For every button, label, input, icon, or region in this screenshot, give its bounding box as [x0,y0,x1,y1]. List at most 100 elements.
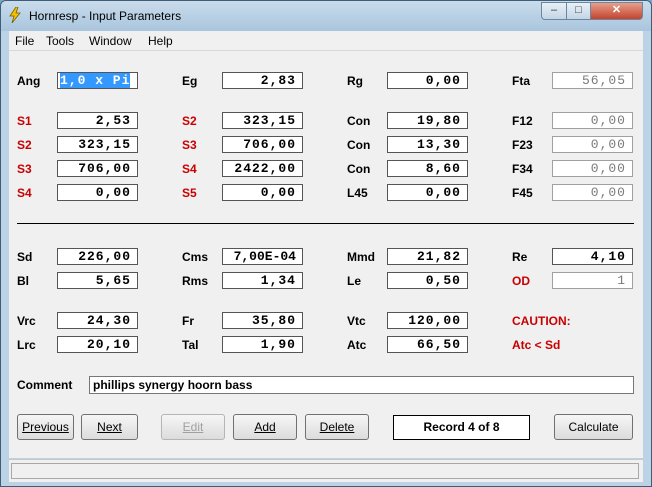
vrc-field[interactable]: 24,30 [57,312,138,329]
edit-button-label: Edit [182,420,204,434]
rg-field[interactable]: 0,00 [387,72,468,89]
tal-label: Tal [182,338,199,352]
bl-field[interactable]: 5,65 [57,272,138,289]
con3-field[interactable]: 8,60 [387,160,468,177]
menu-window[interactable]: Window [89,34,132,48]
caution-label: CAUTION: [512,314,571,328]
l45-label: L45 [347,186,368,200]
vrc-label: Vrc [17,314,36,328]
f12-field: 0,00 [552,112,633,129]
le-label: Le [347,274,362,288]
atc-field[interactable]: 66,50 [387,336,468,353]
lrc-field[interactable]: 20,10 [57,336,138,353]
ang-field[interactable]: 1,0 x Pi [57,72,138,89]
fr-field[interactable]: 35,80 [222,312,303,329]
s4-field[interactable]: 2422,00 [222,160,303,177]
f23-label: F23 [512,138,533,152]
con2-field[interactable]: 13,30 [387,136,468,153]
rms-label: Rms [182,274,209,288]
s5-field[interactable]: 0,00 [222,184,303,201]
ang-label: Ang [17,74,41,88]
s2-row-label: S2 [17,138,32,152]
comment-field[interactable]: phillips synergy hoorn bass [89,376,634,394]
od-label: OD [512,274,530,288]
status-panel [11,463,639,479]
s4-row-field[interactable]: 0,00 [57,184,138,201]
eg-label: Eg [182,74,198,88]
fta-label: Fta [512,74,530,88]
s4-label: S4 [182,162,197,176]
close-button[interactable]: ✕ [590,2,643,20]
fta-field: 56,05 [552,72,633,89]
record-indicator: Record 4 of 8 [393,415,530,440]
eg-field[interactable]: 2,83 [222,72,303,89]
f45-label: F45 [512,186,533,200]
caution-message: Atc < Sd [512,338,561,352]
add-button[interactable]: Add [233,414,297,440]
window-title: Hornresp - Input Parameters [29,9,182,23]
title-bar[interactable]: Hornresp - Input Parameters – □ ✕ [1,1,651,31]
con-label: Con [347,162,371,176]
input-parameters-panel: Ang 1,0 x Pi Eg 2,83 Rg 0,00 Fta 56,05 S… [9,50,643,458]
previous-button[interactable]: Previous [17,414,74,440]
s1-label: S1 [17,114,32,128]
f45-field: 0,00 [552,184,633,201]
lightning-icon [9,7,21,23]
con-label: Con [347,138,371,152]
re-label: Re [512,250,528,264]
f12-label: F12 [512,114,533,128]
section-divider [17,223,634,224]
vtc-field[interactable]: 120,00 [387,312,468,329]
calculate-button[interactable]: Calculate [554,414,633,440]
f34-field: 0,00 [552,160,633,177]
rg-label: Rg [347,74,363,88]
bl-label: Bl [17,274,29,288]
s1-field[interactable]: 2,53 [57,112,138,129]
previous-button-label: Previous [22,420,69,434]
tal-field[interactable]: 1,90 [222,336,303,353]
f34-label: F34 [512,162,533,176]
menu-bar: File Tools Window Help [9,31,643,50]
add-button-label: Add [254,420,276,434]
atc-label: Atc [347,338,367,352]
next-button[interactable]: Next [81,414,138,440]
rms-field[interactable]: 1,34 [222,272,303,289]
maximize-button[interactable]: □ [566,2,591,20]
con1-field[interactable]: 19,80 [387,112,468,129]
sd-label: Sd [17,250,33,264]
fr-label: Fr [182,314,194,328]
mmd-field[interactable]: 21,82 [387,248,468,265]
l45-field[interactable]: 0,00 [387,184,468,201]
comment-label: Comment [17,378,73,392]
mmd-label: Mmd [347,250,375,264]
next-button-label: Next [97,420,122,434]
sd-field[interactable]: 226,00 [57,248,138,265]
menu-file[interactable]: File [15,34,34,48]
status-bar [9,459,643,482]
hornresp-window: Hornresp - Input Parameters – □ ✕ File T… [0,0,652,487]
delete-button-label: Delete [319,420,355,434]
con-label: Con [347,114,371,128]
s5-label: S5 [182,186,197,200]
s2-label: S2 [182,114,197,128]
s2-row-field[interactable]: 323,15 [57,136,138,153]
cms-field[interactable]: 7,00E-04 [222,248,303,265]
edit-button: Edit [161,414,225,440]
re-field[interactable]: 4,10 [552,248,633,265]
od-field: 1 [552,272,633,289]
vtc-label: Vtc [347,314,366,328]
s4-row-label: S4 [17,186,32,200]
lrc-label: Lrc [17,338,36,352]
s3-field[interactable]: 706,00 [222,136,303,153]
menu-tools[interactable]: Tools [46,34,74,48]
minimize-button[interactable]: – [541,2,567,20]
menu-help[interactable]: Help [148,34,173,48]
cms-label: Cms [182,250,209,264]
delete-button[interactable]: Delete [305,414,369,440]
s3-label: S3 [182,138,197,152]
s3-row-field[interactable]: 706,00 [57,160,138,177]
s2-field[interactable]: 323,15 [222,112,303,129]
s3-row-label: S3 [17,162,32,176]
f23-field: 0,00 [552,136,633,153]
le-field[interactable]: 0,50 [387,272,468,289]
